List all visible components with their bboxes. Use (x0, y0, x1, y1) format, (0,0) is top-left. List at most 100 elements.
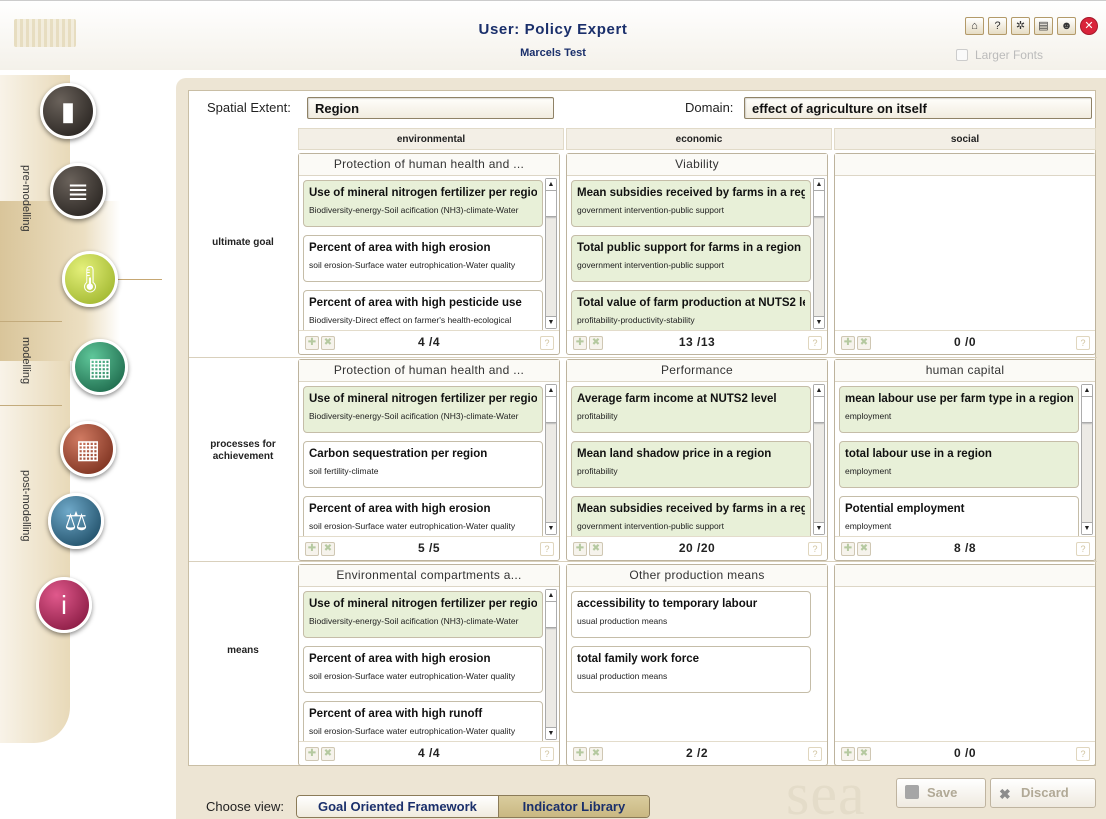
indicator-item[interactable]: Mean subsidies received by farms in a re… (571, 496, 811, 537)
indicator-list[interactable]: Use of mineral nitrogen fertilizer per r… (299, 176, 559, 331)
cell-footer: ✚ ✖ 5 /5? (299, 536, 559, 560)
indicator-item[interactable]: Use of mineral nitrogen fertilizer per r… (303, 591, 543, 638)
indicator-item[interactable]: Percent of area with high pesticide use B… (303, 290, 543, 331)
larger-fonts-checkbox[interactable] (955, 49, 968, 61)
scroll-up-arrow-icon[interactable]: ▲ (1082, 385, 1092, 397)
indicator-item[interactable]: Percent of area with high erosion soil er… (303, 646, 543, 693)
indicator-list[interactable] (835, 587, 1095, 742)
users-icon[interactable]: ☻ (1057, 17, 1076, 35)
domain-field[interactable]: effect of agriculture on itself (744, 97, 1092, 119)
indicator-item[interactable]: Potential employment employment (839, 496, 1079, 537)
cell-help-icon[interactable]: ? (808, 747, 822, 761)
scroll-down-arrow-icon[interactable]: ▼ (546, 522, 556, 534)
indicator-list[interactable]: accessibility to temporary labour usual p… (567, 587, 827, 742)
save-button[interactable]: Save (896, 778, 986, 808)
calculator-icon[interactable]: ▦ (72, 339, 128, 395)
cell-help-icon[interactable]: ? (808, 542, 822, 556)
indicator-count: 2 /2 (685, 746, 708, 760)
top-toolbar: ⌂ ? ✲ ▤ ☻ ✕ (965, 17, 1098, 35)
cell-title: Protection of human health and ... (299, 154, 559, 176)
book-icon[interactable]: ▤ (1034, 17, 1053, 35)
indicator-item[interactable]: Use of mineral nitrogen fertilizer per r… (303, 386, 543, 433)
larger-fonts-label: Larger Fonts (974, 48, 1043, 62)
indicator-list[interactable]: mean labour use per farm type in a regio… (835, 382, 1095, 537)
scroll-down-arrow-icon[interactable]: ▼ (546, 316, 556, 328)
larger-fonts-toggle[interactable]: Larger Fonts (955, 48, 1043, 62)
cell-help-icon[interactable]: ? (1076, 336, 1090, 350)
cell-footer: ✚ ✖ 0 /0? (835, 330, 1095, 354)
scroll-thumb[interactable] (814, 397, 824, 423)
bug-icon[interactable]: ✲ (1011, 17, 1030, 35)
indicator-item[interactable]: Percent of area with high erosion soil er… (303, 496, 543, 537)
indicator-cell: ✚ ✖ 0 /0? (834, 153, 1096, 355)
indicator-item[interactable]: Mean subsidies received by farms in a re… (571, 180, 811, 227)
list-scrollbar[interactable]: ▲ ▼ (813, 384, 825, 535)
help-icon[interactable]: ? (988, 17, 1007, 35)
indicator-list[interactable]: Mean subsidies received by farms in a re… (567, 176, 827, 331)
scroll-up-arrow-icon[interactable]: ▲ (546, 385, 556, 397)
indicator-item[interactable]: total labour use in a region employment (839, 441, 1079, 488)
scroll-down-arrow-icon[interactable]: ▼ (1082, 522, 1092, 534)
indicator-themes: usual production means (577, 616, 668, 626)
indicator-library-tab[interactable]: Indicator Library (498, 796, 649, 817)
spatial-extent-field[interactable]: Region (307, 97, 554, 119)
indicator-list[interactable]: Use of mineral nitrogen fertilizer per r… (299, 587, 559, 742)
indicator-list[interactable]: Use of mineral nitrogen fertilizer per r… (299, 382, 559, 537)
indicator-item[interactable]: Mean land shadow price in a region profit… (571, 441, 811, 488)
list-scrollbar[interactable]: ▲ ▼ (545, 589, 557, 740)
cell-help-icon[interactable]: ? (1076, 542, 1090, 556)
close-icon[interactable]: ✕ (1080, 17, 1098, 35)
indicator-item[interactable]: Total value of farm production at NUTS2 … (571, 290, 811, 331)
clipboard-icon[interactable]: ▮ (40, 83, 96, 139)
section-divider (0, 321, 62, 322)
books-icon[interactable]: ≣ (50, 163, 106, 219)
info-icon[interactable]: i (36, 577, 92, 633)
cell-help-icon[interactable]: ? (540, 542, 554, 556)
column-header-economic: economic (566, 128, 832, 150)
list-scrollbar[interactable]: ▲ ▼ (1081, 384, 1093, 535)
list-scrollbar[interactable]: ▲ ▼ (813, 178, 825, 329)
scroll-up-arrow-icon[interactable]: ▲ (546, 179, 556, 191)
scroll-down-arrow-icon[interactable]: ▼ (546, 727, 556, 739)
thermometer-icon[interactable]: 🌡 (62, 251, 118, 307)
goal-oriented-framework-tab[interactable]: Goal Oriented Framework (297, 796, 499, 817)
scroll-down-arrow-icon[interactable]: ▼ (814, 316, 824, 328)
indicator-item[interactable]: Total public support for farms in a regi… (571, 235, 811, 282)
scroll-up-arrow-icon[interactable]: ▲ (546, 590, 556, 602)
indicator-item[interactable]: Average farm income at NUTS2 level profit… (571, 386, 811, 433)
indicator-themes: Biodiversity-energy-Soil acification (NH… (309, 205, 519, 215)
indicator-themes: usual production means (577, 671, 668, 681)
indicator-title: Carbon sequestration per region (309, 448, 488, 460)
indicator-title: Total public support for farms in a regi… (577, 242, 802, 254)
indicator-item[interactable]: Carbon sequestration per region soil fert… (303, 441, 543, 488)
scroll-up-arrow-icon[interactable]: ▲ (814, 385, 824, 397)
indicator-list[interactable]: Average farm income at NUTS2 level profit… (567, 382, 827, 537)
cell-help-icon[interactable]: ? (808, 336, 822, 350)
home-icon[interactable]: ⌂ (965, 17, 984, 35)
scroll-thumb[interactable] (1082, 397, 1092, 423)
row-label-processes: processes for achievement (210, 439, 276, 462)
discard-button[interactable]: ✖ Discard (990, 778, 1096, 808)
cell-help-icon[interactable]: ? (540, 336, 554, 350)
scroll-thumb[interactable] (814, 191, 824, 217)
scroll-down-arrow-icon[interactable]: ▼ (814, 522, 824, 534)
cell-help-icon[interactable]: ? (540, 747, 554, 761)
watermark: sea (786, 761, 866, 819)
indicator-item[interactable]: Percent of area with high erosion soil er… (303, 235, 543, 282)
scales-icon[interactable]: ⚖ (48, 493, 104, 549)
section-label-modelling: modelling (20, 337, 32, 385)
list-scrollbar[interactable]: ▲ ▼ (545, 178, 557, 329)
cell-help-icon[interactable]: ? (1076, 747, 1090, 761)
indicator-item[interactable]: Percent of area with high runoff soil ero… (303, 701, 543, 742)
scroll-thumb[interactable] (546, 602, 556, 628)
indicator-item[interactable]: Use of mineral nitrogen fertilizer per r… (303, 180, 543, 227)
indicator-item[interactable]: mean labour use per farm type in a regio… (839, 386, 1079, 433)
scroll-thumb[interactable] (546, 191, 556, 217)
indicator-item[interactable]: total family work force usual production … (571, 646, 811, 693)
grid-map-icon[interactable]: ▦ (60, 421, 116, 477)
scroll-up-arrow-icon[interactable]: ▲ (814, 179, 824, 191)
scroll-thumb[interactable] (546, 397, 556, 423)
list-scrollbar[interactable]: ▲ ▼ (545, 384, 557, 535)
indicator-item[interactable]: accessibility to temporary labour usual p… (571, 591, 811, 638)
indicator-list[interactable] (835, 176, 1095, 331)
